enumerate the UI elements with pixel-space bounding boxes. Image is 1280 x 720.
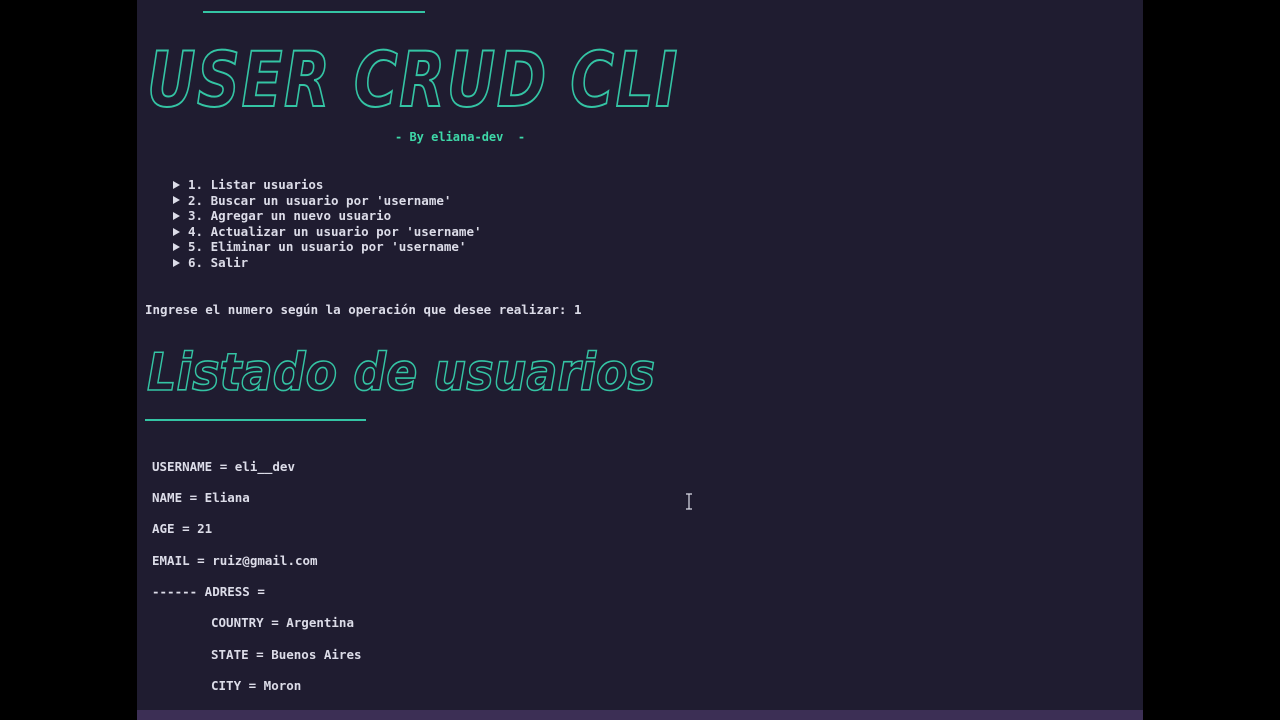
- age-field: AGE = 21: [152, 521, 213, 536]
- menu-item-label: 1. Listar usuarios: [188, 177, 324, 192]
- svg-text:Listado de usuarios: Listado de usuarios: [147, 343, 655, 398]
- menu-item-listar: 1. Listar usuarios: [173, 177, 482, 193]
- main-menu: 1. Listar usuarios 2. Buscar un usuario …: [173, 177, 482, 271]
- triangle-right-icon: [173, 211, 180, 220]
- city-field: CITY = Moron: [211, 678, 302, 693]
- author-byline: - By eliana-dev -: [395, 130, 526, 144]
- menu-item-label: 5. Eliminar un usuario por 'username': [188, 239, 467, 255]
- triangle-right-icon: [173, 258, 180, 267]
- top-divider: [203, 11, 425, 13]
- triangle-right-icon: [173, 243, 180, 252]
- menu-item-buscar: 2. Buscar un usuario por 'username': [173, 193, 482, 209]
- menu-item-actualizar: 4. Actualizar un usuario por 'username': [173, 224, 482, 240]
- username-field: USERNAME = eli__dev: [152, 459, 295, 474]
- status-bar: [137, 710, 1143, 720]
- ascii-banner: USER CRUD CLI: [146, 40, 679, 118]
- menu-item-label: 6. Salir: [188, 254, 249, 270]
- country-field: COUNTRY = Argentina: [211, 615, 354, 630]
- triangle-right-icon: [173, 180, 180, 189]
- text-cursor-icon: [686, 493, 692, 510]
- svg-text:USER CRUD CLI: USER CRUD CLI: [147, 40, 679, 118]
- menu-item-label: 3. Agregar un nuevo usuario: [188, 208, 392, 224]
- email-field: EMAIL = ruiz@gmail.com: [152, 553, 318, 568]
- menu-item-eliminar: 5. Eliminar un usuario por 'username': [173, 239, 482, 255]
- triangle-right-icon: [173, 196, 180, 205]
- state-field: STATE = Buenos Aires: [211, 647, 362, 662]
- menu-item-agregar: 3. Agregar un nuevo usuario: [173, 208, 482, 224]
- address-header: ------ ADRESS =: [152, 584, 265, 599]
- name-field: NAME = Eliana: [152, 490, 250, 505]
- operation-prompt: Ingrese el numero según la operación que…: [145, 302, 582, 317]
- menu-item-salir: 6. Salir: [173, 255, 482, 271]
- menu-item-label: 4. Actualizar un usuario por 'username': [188, 223, 482, 239]
- section-banner: Listado de usuarios: [146, 342, 656, 398]
- menu-item-label: 2. Buscar un usuario por 'username': [188, 192, 452, 208]
- section-divider: [145, 419, 366, 421]
- terminal-window[interactable]: USER CRUD CLI - By eliana-dev - 1. Lista…: [137, 0, 1143, 720]
- triangle-right-icon: [173, 227, 180, 236]
